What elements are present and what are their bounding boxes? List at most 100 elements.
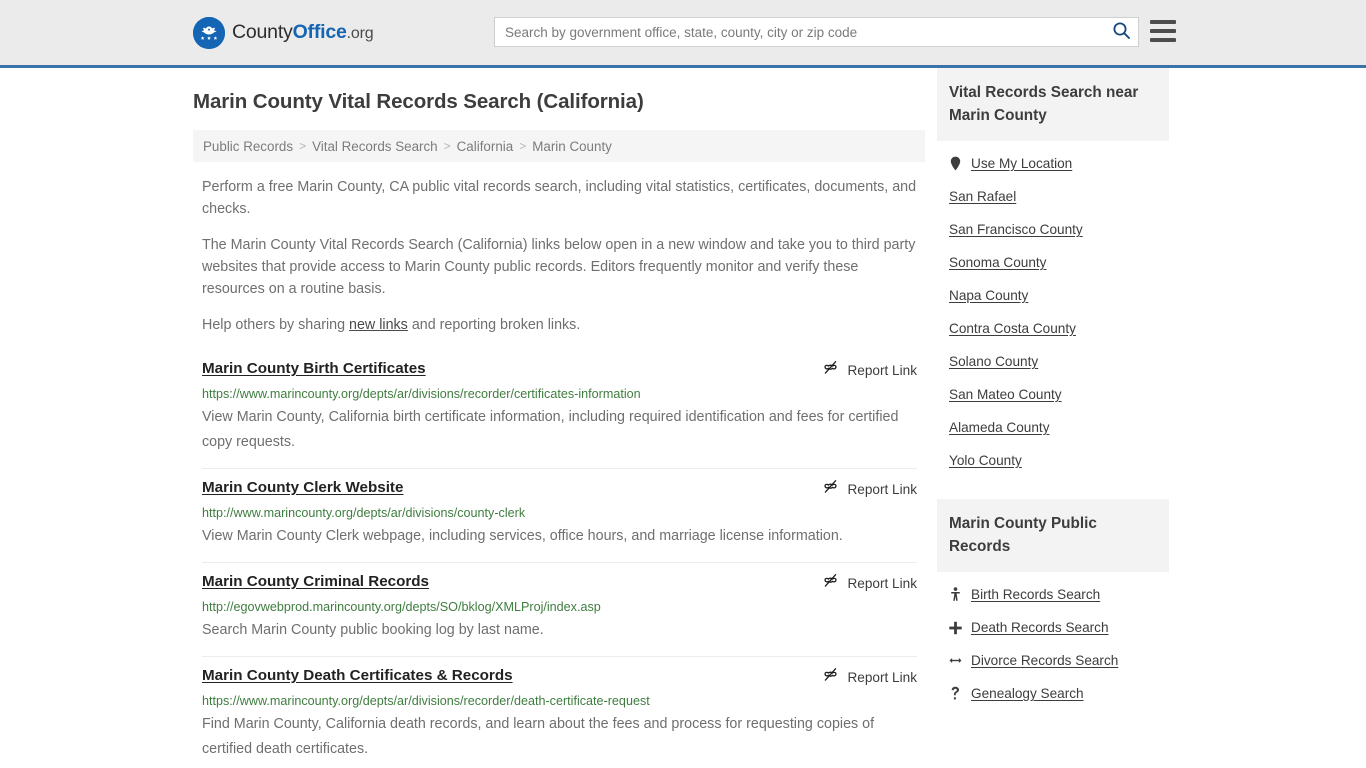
sidebar-item-napa-county[interactable]: Napa County (937, 279, 1169, 312)
result-header: Marin County Birth Certificates Report L… (202, 359, 917, 380)
sidebar-item-label: Solano County (949, 354, 1039, 369)
report-link-label: Report Link (847, 481, 917, 497)
result-description: Find Marin County, California death reco… (202, 716, 875, 757)
sidebar-item-solano-county[interactable]: Solano County (937, 345, 1169, 378)
map-pin-icon (949, 156, 962, 171)
result-title-link[interactable]: Marin County Birth Certificates (202, 359, 426, 379)
search-input[interactable] (495, 18, 1104, 46)
baby-icon (949, 587, 962, 602)
sidebar-item-label: Yolo County (949, 453, 1022, 468)
site-header: CountyOffice.org (0, 0, 1366, 68)
sidebar-item-label: Divorce Records Search (971, 653, 1119, 668)
intro-paragraph-3: Help others by sharing new links and rep… (193, 314, 925, 336)
sidebar-public-records-list: Birth Records Search Death Records Searc… (937, 572, 1169, 710)
sidebar-item-label: Use My Location (971, 156, 1073, 171)
page-body: Marin County Vital Records Search (Calif… (0, 68, 1366, 768)
eagle-seal-icon (193, 16, 225, 49)
breadcrumb-separator-icon: > (299, 139, 307, 153)
report-link-button[interactable]: Report Link (822, 572, 917, 593)
hamburger-bar (1150, 38, 1176, 42)
breadcrumb-separator-icon: > (519, 139, 527, 153)
share-text-after: and reporting broken links. (407, 317, 581, 333)
result-description: View Marin County Clerk webpage, includi… (202, 528, 843, 544)
result-url[interactable]: http://www.marincounty.org/depts/ar/divi… (202, 505, 917, 521)
hamburger-menu-icon[interactable] (1150, 20, 1176, 42)
result-header: Marin County Death Certificates & Record… (202, 666, 917, 687)
sidebar-item-label: Alameda County (949, 420, 1050, 435)
sidebar-nearby-list: Use My Location San Rafael San Francisco… (937, 141, 1169, 477)
sidebar-item-label: San Mateo County (949, 387, 1062, 402)
site-logo[interactable]: CountyOffice.org (193, 16, 374, 49)
sidebar-heading-public-records: Marin County Public Records (937, 499, 1169, 572)
sidebar-item-yolo-county[interactable]: Yolo County (937, 444, 1169, 477)
result-item: Marin County Birth Certificates Report L… (202, 350, 917, 469)
sidebar-item-label: Napa County (949, 288, 1029, 303)
sidebar-item-label: Sonoma County (949, 255, 1047, 270)
sidebar-item-label: Contra Costa County (949, 321, 1076, 336)
new-links-link[interactable]: new links (349, 317, 408, 333)
sidebar-item-genealogy-search[interactable]: Genealogy Search (937, 677, 1169, 710)
search-bar (494, 17, 1139, 47)
search-icon (1112, 21, 1131, 43)
broken-link-icon (822, 360, 839, 380)
sidebar-item-label: Genealogy Search (971, 686, 1084, 701)
sidebar-item-san-francisco-county[interactable]: San Francisco County (937, 213, 1169, 246)
sidebar-item-contra-costa-county[interactable]: Contra Costa County (937, 312, 1169, 345)
results-list: Marin County Birth Certificates Report L… (193, 350, 925, 768)
hamburger-bar (1150, 29, 1176, 33)
result-description: Search Marin County public booking log b… (202, 622, 544, 638)
result-item: Marin County Death Certificates & Record… (202, 657, 917, 768)
split-arrows-icon (949, 655, 962, 666)
broken-link-icon (822, 667, 839, 687)
breadcrumb-item-california[interactable]: California (457, 139, 514, 154)
search-button[interactable] (1104, 18, 1138, 46)
sidebar-item-death-records-search[interactable]: Death Records Search (937, 611, 1169, 644)
result-title-link[interactable]: Marin County Death Certificates & Record… (202, 666, 513, 686)
share-text-before: Help others by sharing (202, 317, 350, 333)
breadcrumb-item-vital-records-search[interactable]: Vital Records Search (312, 139, 438, 154)
page-title: Marin County Vital Records Search (Calif… (193, 90, 644, 113)
main-content: Marin County Vital Records Search (Calif… (193, 68, 925, 768)
cross-icon (949, 621, 962, 635)
family-tree-icon (949, 686, 962, 701)
result-header: Marin County Criminal Records Report Lin… (202, 572, 917, 593)
broken-link-icon (822, 573, 839, 593)
sidebar-item-label: San Rafael (949, 189, 1017, 204)
breadcrumb-separator-icon: > (443, 139, 451, 153)
breadcrumb-item-marin-county[interactable]: Marin County (532, 139, 612, 154)
logo-text-county: County (232, 21, 293, 43)
report-link-label: Report Link (847, 362, 917, 378)
result-title-link[interactable]: Marin County Criminal Records (202, 572, 429, 592)
breadcrumb-item-public-records[interactable]: Public Records (203, 139, 293, 154)
sidebar-item-san-mateo-county[interactable]: San Mateo County (937, 378, 1169, 411)
hamburger-bar (1150, 20, 1176, 24)
sidebar-item-label: Birth Records Search (971, 587, 1101, 602)
result-url[interactable]: http://egovwebprod.marincounty.org/depts… (202, 599, 917, 615)
sidebar-item-birth-records-search[interactable]: Birth Records Search (937, 578, 1169, 611)
report-link-button[interactable]: Report Link (822, 359, 917, 380)
logo-wordmark: CountyOffice.org (232, 21, 374, 44)
result-title-link[interactable]: Marin County Clerk Website (202, 478, 403, 498)
result-header: Marin County Clerk Website Report Link (202, 478, 917, 499)
report-link-button[interactable]: Report Link (822, 478, 917, 499)
result-item: Marin County Criminal Records Report Lin… (202, 563, 917, 657)
sidebar-item-label: Death Records Search (971, 620, 1109, 635)
sidebar-item-divorce-records-search[interactable]: Divorce Records Search (937, 644, 1169, 677)
breadcrumb: Public Records > Vital Records Search > … (193, 130, 925, 162)
logo-text-office: Office (292, 21, 347, 43)
sidebar-item-san-rafael[interactable]: San Rafael (937, 180, 1169, 213)
sidebar: Vital Records Search near Marin County U… (937, 68, 1169, 768)
result-item: Marin County Clerk Website Report Link h… (202, 469, 917, 563)
sidebar-item-sonoma-county[interactable]: Sonoma County (937, 246, 1169, 279)
report-link-label: Report Link (847, 575, 917, 591)
logo-text-org: .org (346, 25, 374, 42)
result-url[interactable]: https://www.marincounty.org/depts/ar/div… (202, 693, 917, 709)
result-description: View Marin County, California birth cert… (202, 409, 899, 450)
result-url[interactable]: https://www.marincounty.org/depts/ar/div… (202, 386, 917, 402)
broken-link-icon (822, 479, 839, 499)
report-link-button[interactable]: Report Link (822, 666, 917, 687)
sidebar-heading-nearby: Vital Records Search near Marin County (937, 68, 1169, 141)
report-link-label: Report Link (847, 669, 917, 685)
sidebar-item-alameda-county[interactable]: Alameda County (937, 411, 1169, 444)
sidebar-item-use-my-location[interactable]: Use My Location (937, 147, 1169, 180)
